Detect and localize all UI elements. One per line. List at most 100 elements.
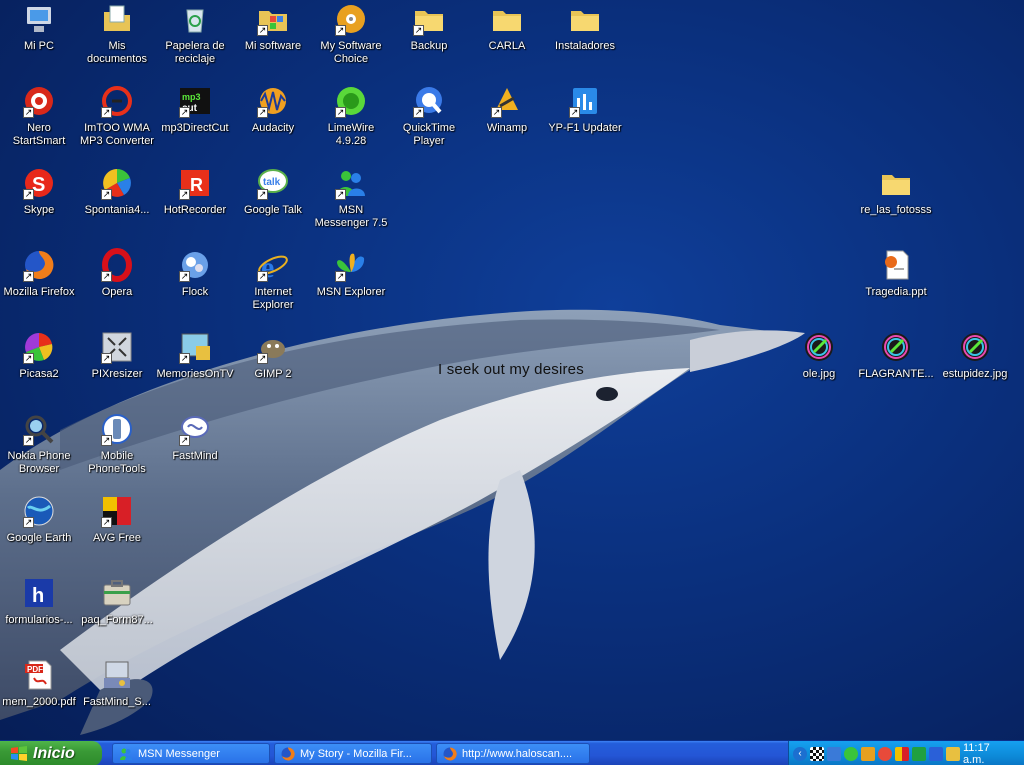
desktop-icon[interactable]: Instaladores: [546, 2, 624, 53]
desktop-icon[interactable]: ↗ Winamp: [468, 84, 546, 135]
task-label: My Story - Mozilla Fir...: [300, 747, 412, 760]
monitor-tray-icon[interactable]: [946, 746, 960, 761]
desktop-icon[interactable]: ↗ Backup: [390, 2, 468, 53]
shortcut-arrow-icon: ↗: [23, 189, 34, 200]
shortcut-arrow-icon: ↗: [101, 107, 112, 118]
desktop-icon[interactable]: e ↗ Internet Explorer: [234, 248, 312, 312]
desktop-icon[interactable]: ↗ Mozilla Firefox: [0, 248, 78, 299]
desktop-icon-label: Mis documentos: [87, 40, 147, 65]
shortcut-arrow-icon: ↗: [101, 189, 112, 200]
user-tray-icon[interactable]: [861, 746, 875, 761]
desktop-icon[interactable]: ole.jpg: [780, 330, 858, 381]
winamp-icon: ↗: [490, 84, 524, 118]
desktop-icon-label: formularios-...: [5, 614, 73, 626]
desktop-icon[interactable]: re_las_fotosss: [857, 166, 935, 217]
audacity-icon: ↗: [256, 84, 290, 118]
desktop-icon[interactable]: ↗ Opera: [78, 248, 156, 299]
desktop-icon-label: FastMind_S...: [83, 696, 151, 708]
desktop-icon[interactable]: ↗ My Software Choice: [312, 2, 390, 66]
desktop-icon[interactable]: ↗ MSN Explorer: [312, 248, 390, 299]
shortcut-arrow-icon: ↗: [335, 25, 346, 36]
svg-text:S: S: [32, 174, 45, 196]
desktop-icon[interactable]: mp3cut↗ mp3DirectCut: [156, 84, 234, 135]
desktop-icon[interactable]: ↗ Mobile PhoneTools: [78, 412, 156, 476]
task-label: MSN Messenger: [138, 747, 220, 760]
windows-logo-icon: [11, 745, 27, 761]
desktop-icon[interactable]: R ↗ HotRecorder: [156, 166, 234, 217]
msn-tray-icon[interactable]: [844, 746, 858, 761]
task-msn-messenger[interactable]: MSN Messenger: [112, 743, 270, 764]
desktop-icon[interactable]: ↗ GIMP 2: [234, 330, 312, 381]
shortcut-arrow-icon: ↗: [257, 271, 268, 282]
desktop-icon[interactable]: S ↗ Skype: [0, 166, 78, 217]
nokia-browser-icon: ↗: [22, 412, 56, 446]
desktop-icon[interactable]: ↗ Mi software: [234, 2, 312, 53]
shortcut-arrow-icon: ↗: [23, 517, 34, 528]
desktop-icon[interactable]: Mis documentos: [78, 2, 156, 66]
desktop-icon[interactable]: Papelera de reciclaje: [156, 2, 234, 66]
avg-icon: ↗: [100, 494, 134, 528]
desktop-icon[interactable]: ↗ AVG Free: [78, 494, 156, 545]
desktop-icon[interactable]: ↗ Nero StartSmart: [0, 84, 78, 148]
shortcut-arrow-icon: ↗: [413, 25, 424, 36]
converter-icon: ↗: [100, 84, 134, 118]
desktop-icon-label: Spontania4...: [84, 204, 150, 216]
shortcut-arrow-icon: ↗: [335, 271, 346, 282]
desktop-icon-label: MSN Messenger 7.5: [314, 204, 388, 229]
desktop-icon[interactable]: ↗ FastMind: [156, 412, 234, 463]
desktop-icon[interactable]: talk ↗ Google Talk: [234, 166, 312, 217]
desktop-icon[interactable]: Mi PC: [0, 2, 78, 53]
chat-tray-icon[interactable]: [878, 746, 892, 761]
desktop-icon[interactable]: paq_Form87...: [78, 576, 156, 627]
desktop-icon-label: Google Talk: [244, 204, 302, 216]
desktop-icon[interactable]: ↗ Flock: [156, 248, 234, 299]
desktop-icon[interactable]: ↗ Google Earth: [0, 494, 78, 545]
msn-explorer-icon: ↗: [334, 248, 368, 282]
antivirus-tray-icon[interactable]: [895, 746, 909, 761]
tray-expand-icon[interactable]: ‹: [793, 746, 807, 761]
desktop-icon[interactable]: FLAGRANTE...: [857, 330, 935, 381]
desktop-icon[interactable]: FastMind_S...: [78, 658, 156, 709]
desktop-icon-label: ImTOO WMA MP3 Converter: [80, 122, 154, 147]
desktop-icon-label: Mobile PhoneTools: [88, 450, 146, 475]
desktop-icon[interactable]: ↗ YP-F1 Updater: [546, 84, 624, 135]
installer-icon: [100, 658, 134, 692]
start-button[interactable]: Inicio: [0, 741, 102, 765]
desktop-icon-label: mp3DirectCut: [161, 122, 229, 134]
desktop-icon[interactable]: ↗ Nokia Phone Browser: [0, 412, 78, 476]
desktop-icon-label: LimeWire 4.9.28: [327, 122, 375, 147]
network-icon[interactable]: [827, 746, 841, 761]
desktop-icon[interactable]: ↗ QuickTime Player: [390, 84, 468, 148]
mobile-phonetools-icon: ↗: [100, 412, 134, 446]
desktop-icon[interactable]: PDF mem_2000.pdf: [0, 658, 78, 709]
desktop-icon-label: Mi PC: [24, 40, 54, 52]
desktop-icon[interactable]: ↗ MSN Messenger 7.5: [312, 166, 390, 230]
bluetooth-tray-icon[interactable]: [929, 746, 943, 761]
firefox-icon: [443, 746, 457, 760]
desktop-icon-label: Opera: [101, 286, 133, 298]
shortcut-arrow-icon: ↗: [569, 107, 580, 118]
mp3directcut-icon: mp3cut↗: [178, 84, 212, 118]
desktop-icon-label: YP-F1 Updater: [548, 122, 622, 134]
shortcut-arrow-icon: ↗: [179, 271, 190, 282]
desktop-icon[interactable]: ↗ Spontania4...: [78, 166, 156, 217]
desktop-icon[interactable]: ↗ PIXresizer: [78, 330, 156, 381]
task-firefox-my-story[interactable]: My Story - Mozilla Fir...: [274, 743, 432, 764]
desktop-icon[interactable]: estupidez.jpg: [936, 330, 1014, 381]
limewire-icon: ↗: [334, 84, 368, 118]
desktop-icon[interactable]: ↗ ImTOO WMA MP3 Converter: [78, 84, 156, 148]
desktop-icon[interactable]: h formularios-...: [0, 576, 78, 627]
desktop-icon[interactable]: ↗ LimeWire 4.9.28: [312, 84, 390, 148]
desktop-icon[interactable]: ↗ MemoriesOnTV: [156, 330, 234, 381]
desktop-icon[interactable]: ↗ Picasa2: [0, 330, 78, 381]
checkered-flag-icon[interactable]: [810, 746, 824, 761]
task-firefox-haloscan[interactable]: http://www.haloscan....: [436, 743, 590, 764]
desktop-icon[interactable]: CARLA: [468, 2, 546, 53]
winamp-tray-icon[interactable]: [912, 746, 926, 761]
image-file-icon: [879, 330, 913, 364]
svg-text:R: R: [190, 175, 203, 195]
desktop-icon[interactable]: ↗ Audacity: [234, 84, 312, 135]
desktop-icon[interactable]: Tragedia.ppt: [857, 248, 935, 299]
shortcut-arrow-icon: ↗: [413, 107, 424, 118]
desktop-icon-label: Nero StartSmart: [12, 122, 66, 147]
